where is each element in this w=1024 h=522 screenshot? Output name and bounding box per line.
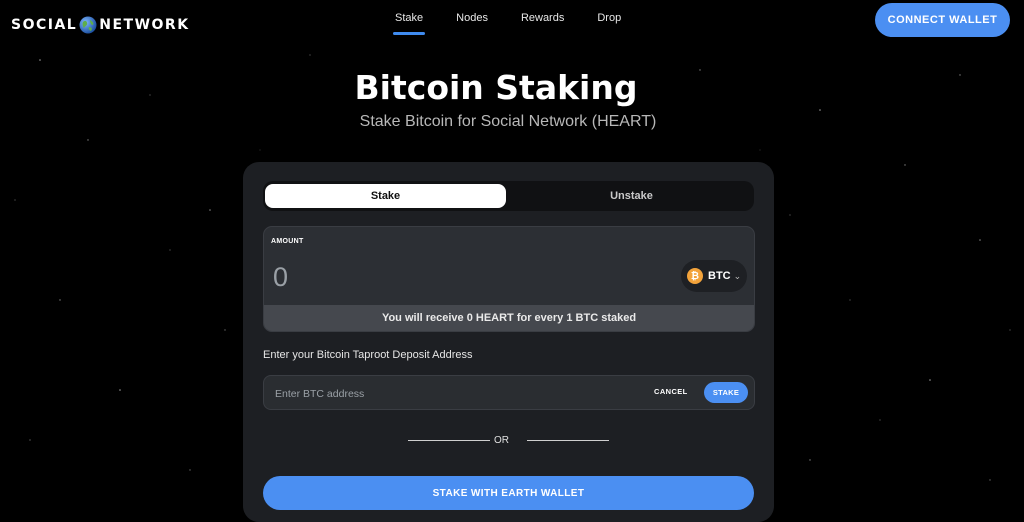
page-title: Bitcoin Staking <box>354 68 638 107</box>
amount-box: AMOUNT ₿ BTC ⌄ You will receive 0 HEART … <box>263 226 755 332</box>
logo-text-social: SOCIAL <box>11 17 78 33</box>
tab-stake[interactable]: Stake <box>265 184 506 208</box>
logo[interactable]: SOCIAL NETWORK <box>11 15 190 35</box>
staking-panel: Stake Unstake AMOUNT ₿ BTC ⌄ You will re… <box>243 162 774 522</box>
nav-item-stake[interactable]: Stake <box>392 12 426 35</box>
stake-tabs: Stake Unstake <box>263 181 754 211</box>
nav-item-rewards[interactable]: Rewards <box>521 12 564 32</box>
or-label: OR <box>494 435 509 446</box>
top-nav: Stake Nodes Rewards Drop <box>392 12 654 35</box>
connect-wallet-button[interactable]: CONNECT WALLET <box>875 3 1010 37</box>
divider-right <box>527 440 609 441</box>
address-label: Enter your Bitcoin Taproot Deposit Addre… <box>263 349 473 361</box>
token-selector[interactable]: ₿ BTC ⌄ <box>681 260 747 292</box>
stake-button[interactable]: STAKE <box>704 382 748 403</box>
receive-rate-text: You will receive 0 HEART for every 1 BTC… <box>264 305 754 331</box>
address-box: CANCEL STAKE <box>263 375 755 410</box>
stake-with-earth-wallet-button[interactable]: STAKE WITH EARTH WALLET <box>263 476 754 510</box>
logo-text-network: NETWORK <box>99 17 190 33</box>
cancel-button[interactable]: CANCEL <box>654 387 688 396</box>
token-symbol: BTC <box>708 270 731 282</box>
amount-input[interactable] <box>271 261 575 294</box>
divider-left <box>408 440 490 441</box>
nav-item-nodes[interactable]: Nodes <box>456 12 488 32</box>
bitcoin-icon: ₿ <box>687 268 703 284</box>
nav-item-drop[interactable]: Drop <box>597 12 621 32</box>
btc-address-input[interactable] <box>273 384 637 403</box>
page-subtitle: Stake Bitcoin for Social Network (HEART) <box>359 113 657 130</box>
chevron-down-icon: ⌄ <box>733 270 742 281</box>
tab-unstake[interactable]: Unstake <box>511 184 752 208</box>
globe-icon <box>79 16 97 34</box>
amount-label: AMOUNT <box>271 238 304 245</box>
